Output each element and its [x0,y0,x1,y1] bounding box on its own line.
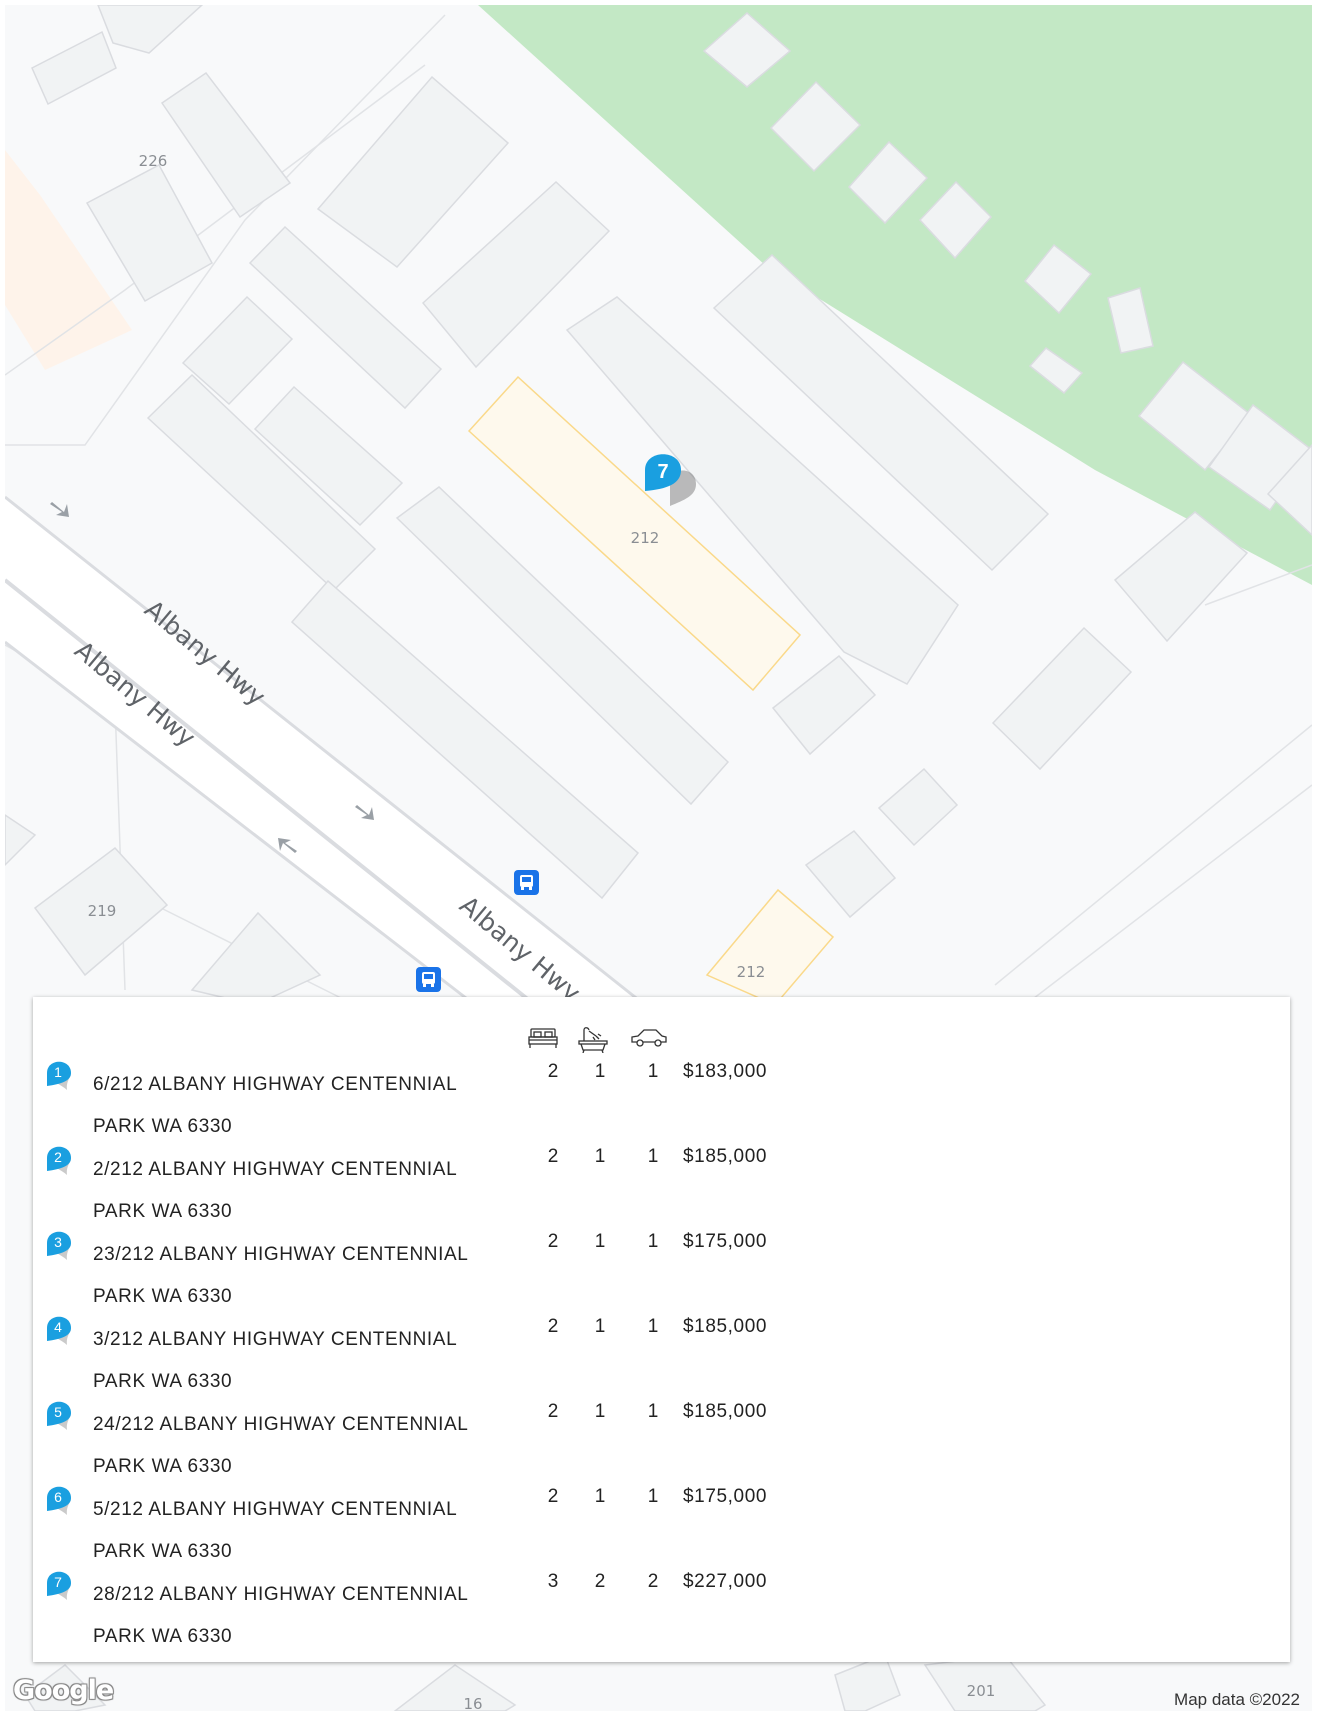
listing-row[interactable]: 1 6/212 ALBANY HIGHWAY CENTENNIAL PARK WA … [33,1057,1290,1142]
listing-address[interactable]: 2/212 ALBANY HIGHWAY CENTENNIAL PARK WA 6… [93,1149,513,1233]
map-pin-label: 2 [54,1149,62,1165]
map-view[interactable]: 226 212 219 212 16 201 Albany Hwy Albany… [5,5,1312,1711]
buildings-south [23,1654,1047,1711]
listing-row[interactable]: 5 24/212 ALBANY HIGHWAY CENTENNIAL PARK WA… [33,1397,1290,1482]
commercial-lot [5,150,132,370]
bed-icon [528,1027,558,1054]
parcel-label: 226 [139,152,168,170]
bus-stop-icon[interactable] [514,870,539,895]
listing-address[interactable]: 28/212 ALBANY HIGHWAY CENTENNIAL PARK WA … [93,1574,513,1658]
listing-cars: 1 [647,1486,659,1507]
parcel-label: 16 [463,1695,482,1711]
listing-beds: 3 [547,1571,559,1592]
address-line-1: 23/212 ALBANY HIGHWAY CENTENNIAL [93,1244,469,1265]
listing-baths: 1 [594,1146,606,1167]
listing-cars: 1 [647,1061,659,1082]
listing-baths: 1 [594,1486,606,1507]
listing-price: $183,000 [683,1061,768,1082]
listing-price: $175,000 [683,1486,768,1507]
listing-address[interactable]: 24/212 ALBANY HIGHWAY CENTENNIAL PARK WA … [93,1404,513,1488]
listing-price: $227,000 [683,1571,768,1592]
address-line-1: 3/212 ALBANY HIGHWAY CENTENNIAL [93,1329,458,1350]
listing-row[interactable]: 3 23/212 ALBANY HIGHWAY CENTENNIAL PARK WA… [33,1227,1290,1312]
map-pin-label: 5 [54,1404,62,1420]
map-pin-icon[interactable]: 7 [47,1571,73,1601]
map-pin-label: 4 [54,1319,62,1335]
map-pin-label: 6 [54,1489,62,1505]
listing-price: $185,000 [683,1401,768,1422]
map-pin-icon[interactable]: 6 [47,1486,73,1516]
listing-cars: 1 [647,1401,659,1422]
listing-panel: 1 6/212 ALBANY HIGHWAY CENTENNIAL PARK WA … [33,997,1290,1662]
parcel-label: 219 [88,902,117,920]
map-pin-icon[interactable]: 2 [47,1146,73,1176]
listing-baths: 2 [594,1571,606,1592]
highlighted-parcel-212-south [705,888,835,1006]
listing-beds: 2 [547,1061,559,1082]
listing-price: $175,000 [683,1231,768,1252]
map-attribution[interactable]: Map data ©2022 [1174,1690,1300,1710]
listing-cars: 1 [647,1316,659,1337]
listing-baths: 1 [594,1316,606,1337]
listing-address[interactable]: 23/212 ALBANY HIGHWAY CENTENNIAL PARK WA … [93,1234,513,1318]
address-line-1: 5/212 ALBANY HIGHWAY CENTENNIAL [93,1499,458,1520]
listing-row[interactable]: 2 2/212 ALBANY HIGHWAY CENTENNIAL PARK WA … [33,1142,1290,1227]
google-logo: Google [13,1675,114,1706]
address-line-2: PARK WA 6330 [93,1626,233,1647]
listing-baths: 1 [594,1401,606,1422]
map-pin-label: 1 [54,1064,62,1080]
car-icon [630,1027,668,1054]
map-pin-label: 7 [54,1574,62,1590]
listing-beds: 2 [547,1316,559,1337]
listing-baths: 1 [594,1061,606,1082]
map-pin-icon[interactable]: 4 [47,1316,73,1346]
address-line-1: 24/212 ALBANY HIGHWAY CENTENNIAL [93,1414,469,1435]
listing-address[interactable]: 3/212 ALBANY HIGHWAY CENTENNIAL PARK WA 6… [93,1319,513,1403]
listing-address[interactable]: 6/212 ALBANY HIGHWAY CENTENNIAL PARK WA 6… [93,1064,513,1148]
bath-icon [578,1027,608,1058]
address-line-1: 6/212 ALBANY HIGHWAY CENTENNIAL [93,1074,458,1095]
parcel-label: 212 [737,963,766,981]
listing-address[interactable]: 5/212 ALBANY HIGHWAY CENTENNIAL PARK WA 6… [93,1489,513,1573]
listing-beds: 2 [547,1231,559,1252]
parcel-label: 212 [631,529,660,547]
parcel-label: 201 [967,1682,996,1700]
listing-cars: 1 [647,1146,659,1167]
listing-baths: 1 [594,1231,606,1252]
map-pin-icon[interactable]: 3 [47,1231,73,1261]
listing-row[interactable]: 4 3/212 ALBANY HIGHWAY CENTENNIAL PARK WA … [33,1312,1290,1397]
listing-row[interactable]: 7 28/212 ALBANY HIGHWAY CENTENNIAL PARK WA… [33,1567,1290,1652]
map-pin-label: 3 [54,1234,62,1250]
listing-beds: 2 [547,1401,559,1422]
map-pin-icon[interactable]: 5 [47,1401,73,1431]
map-pin-icon[interactable]: 1 [47,1061,73,1091]
address-line-1: 2/212 ALBANY HIGHWAY CENTENNIAL [93,1159,458,1180]
listing-cars: 1 [647,1231,659,1252]
listing-price: $185,000 [683,1146,768,1167]
map-pin-label: 7 [657,461,668,483]
bus-stop-icon[interactable] [416,967,441,992]
address-line-1: 28/212 ALBANY HIGHWAY CENTENNIAL [93,1584,469,1605]
listing-cars: 2 [647,1571,659,1592]
listing-price: $185,000 [683,1316,768,1337]
listing-beds: 2 [547,1146,559,1167]
listing-beds: 2 [547,1486,559,1507]
listing-row[interactable]: 6 5/212 ALBANY HIGHWAY CENTENNIAL PARK WA … [33,1482,1290,1567]
